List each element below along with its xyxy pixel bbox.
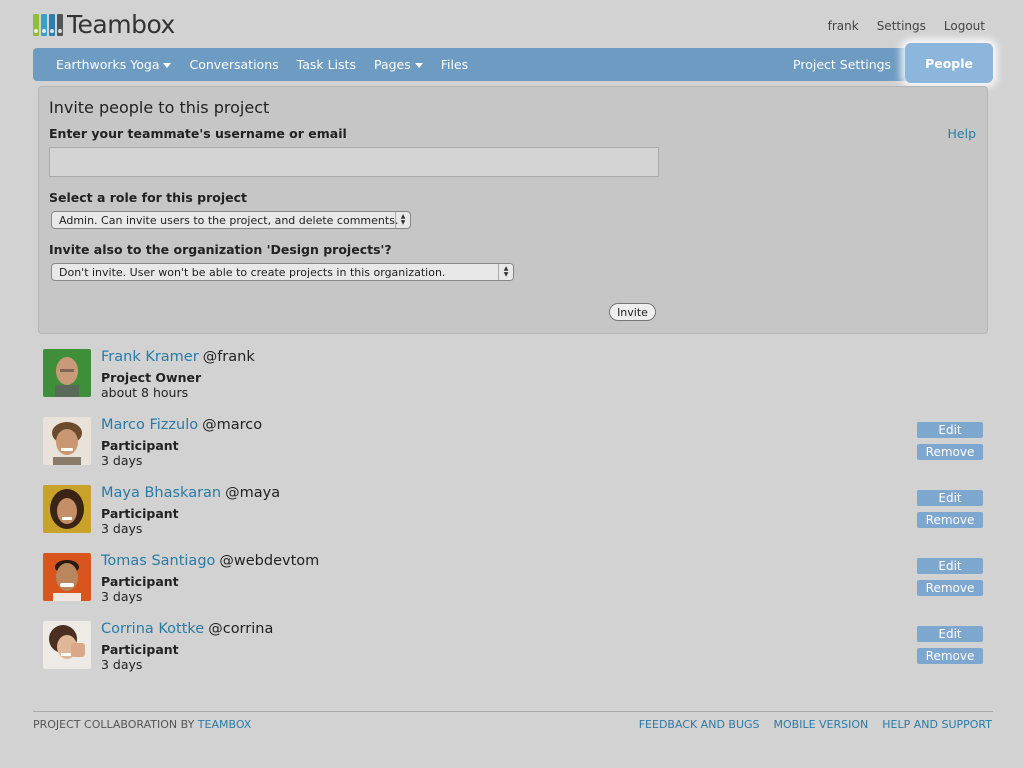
person-handle: @frank (202, 349, 255, 365)
person-joined-time: 3 days (101, 657, 143, 672)
footer-help-link[interactable]: HELP AND SUPPORT (882, 718, 992, 731)
avatar[interactable] (43, 485, 91, 533)
nav-people-active-tab[interactable]: People (905, 43, 993, 83)
person-name-line: Marco Fizzulo @marco (101, 417, 262, 433)
organization-select[interactable]: Don't invite. User won't be able to crea… (51, 263, 514, 281)
invite-panel: Invite people to this project Enter your… (38, 86, 988, 334)
person-joined-time: 3 days (101, 521, 143, 536)
remove-button[interactable]: Remove (917, 512, 983, 528)
footer-feedback-link[interactable]: FEEDBACK AND BUGS (639, 718, 760, 731)
person-name-line: Frank Kramer @frank (101, 349, 255, 365)
chevron-down-icon (163, 63, 172, 68)
person-role: Participant (101, 642, 179, 657)
remove-button[interactable]: Remove (917, 580, 983, 596)
footer-teambox-link[interactable]: TEAMBOX (198, 718, 252, 731)
nav-task-lists[interactable]: Task Lists (297, 57, 356, 72)
person-row: Corrina Kottke @corrina Participant 3 day… (43, 621, 983, 672)
edit-button[interactable]: Edit (917, 626, 983, 642)
person-handle: @maya (225, 485, 281, 501)
teambox-logo[interactable]: Teambox (33, 10, 175, 39)
person-row: Tomas Santiago @webdevtom Participant 3 d… (43, 553, 983, 604)
person-role: Participant (101, 506, 179, 521)
person-role: Participant (101, 438, 179, 453)
person-joined-time: about 8 hours (101, 385, 189, 400)
organization-select-value: Don't invite. User won't be able to crea… (59, 265, 446, 279)
user-menu: frank Settings Logout (828, 19, 985, 33)
footer-credit: PROJECT COLLABORATION BY TEAMBOX (33, 718, 251, 731)
organization-field-label: Invite also to the organization 'Design … (49, 242, 392, 257)
edit-button[interactable]: Edit (917, 422, 983, 438)
person-name-link[interactable]: Maya Bhaskaran (101, 485, 221, 501)
edit-button[interactable]: Edit (917, 490, 983, 506)
person-row: Maya Bhaskaran @maya Participant 3 days E… (43, 485, 983, 536)
person-role: Project Owner (101, 370, 202, 385)
role-select[interactable]: Admin. Can invite users to the project, … (51, 211, 411, 229)
edit-button[interactable]: Edit (917, 558, 983, 574)
footer-mobile-link[interactable]: MOBILE VERSION (774, 718, 869, 731)
nav-project-label: Earthworks Yoga (56, 57, 160, 72)
person-name-line: Maya Bhaskaran @maya (101, 485, 280, 501)
nav-pages-label: Pages (373, 57, 411, 72)
person-handle: @corrina (208, 621, 274, 637)
nav-project-settings[interactable]: Project Settings (779, 57, 905, 72)
select-arrows-icon: ▲ ▼ (395, 212, 410, 228)
nav-pages-dropdown[interactable]: Pages (374, 57, 423, 72)
invite-button[interactable]: Invite (609, 303, 656, 321)
person-name-link[interactable]: Tomas Santiago (101, 553, 215, 569)
nav-project-dropdown[interactable]: Earthworks Yoga (56, 57, 172, 72)
footer-links: FEEDBACK AND BUGS MOBILE VERSION HELP AN… (639, 718, 992, 731)
person-joined-time: 3 days (101, 589, 143, 604)
avatar[interactable] (43, 417, 91, 465)
settings-link[interactable]: Settings (877, 19, 926, 33)
logo-icon (33, 13, 63, 36)
logout-link[interactable]: Logout (944, 19, 985, 33)
person-name-link[interactable]: Frank Kramer (101, 349, 199, 365)
person-name-link[interactable]: Marco Fizzulo (101, 417, 198, 433)
username-email-input[interactable] (49, 147, 659, 177)
select-arrows-icon: ▲ ▼ (498, 264, 513, 280)
person-name-line: Tomas Santiago @webdevtom (101, 553, 319, 569)
nav-files[interactable]: Files (441, 57, 468, 72)
avatar[interactable] (43, 553, 91, 601)
remove-button[interactable]: Remove (917, 444, 983, 460)
nav-conversations[interactable]: Conversations (189, 57, 278, 72)
logo-text: Teambox (67, 10, 175, 39)
footer-credit-text: PROJECT COLLABORATION BY (33, 718, 195, 731)
person-name-line: Corrina Kottke @corrina (101, 621, 273, 637)
role-select-value: Admin. Can invite users to the project, … (59, 213, 399, 227)
help-link[interactable]: Help (948, 126, 977, 141)
footer-divider (33, 711, 993, 712)
person-name-link[interactable]: Corrina Kottke (101, 621, 204, 637)
role-field-label: Select a role for this project (49, 190, 247, 205)
person-row: Frank Kramer @frank Project Owner about 8… (43, 349, 983, 400)
person-joined-time: 3 days (101, 453, 143, 468)
person-handle: @webdevtom (219, 553, 320, 569)
username-field-label: Enter your teammate's username or email (49, 126, 347, 141)
remove-button[interactable]: Remove (917, 648, 983, 664)
person-role: Participant (101, 574, 179, 589)
chevron-down-icon (414, 63, 423, 68)
person-handle: @marco (202, 417, 263, 433)
invite-panel-title: Invite people to this project (49, 98, 270, 117)
person-row: Marco Fizzulo @marco Participant 3 days E… (43, 417, 983, 468)
avatar[interactable] (43, 621, 91, 669)
project-nav-bar: Earthworks Yoga Conversations Task Lists… (33, 43, 993, 83)
avatar[interactable] (43, 349, 91, 397)
username-link[interactable]: frank (828, 19, 859, 33)
